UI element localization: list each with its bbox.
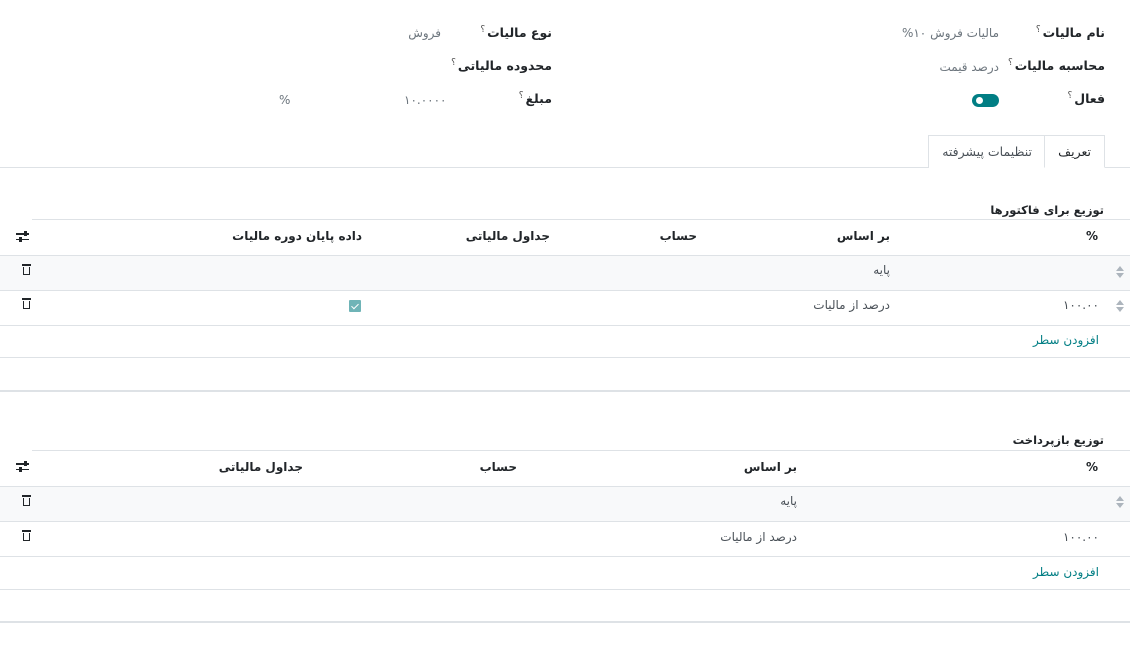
cell-based-on[interactable]: پایه <box>873 263 890 277</box>
column-header-account[interactable]: حساب <box>480 460 517 474</box>
table-row[interactable] <box>0 487 1130 521</box>
table-row[interactable] <box>0 256 1130 290</box>
tax-type-field[interactable]: فروش <box>408 26 441 40</box>
amount-label: مبلغ؟ <box>518 91 552 107</box>
refund-distribution-title: توزیع بازپرداخت <box>1012 433 1104 447</box>
column-header-tax-grids[interactable]: جداول مالیاتی <box>219 460 303 474</box>
drag-handle-icon[interactable] <box>1116 266 1124 278</box>
trash-icon[interactable] <box>22 264 31 275</box>
column-header-percent[interactable]: % <box>1086 460 1098 474</box>
column-header-percent[interactable]: % <box>1086 229 1098 243</box>
cell-based-on[interactable]: پایه <box>780 494 797 508</box>
drag-handle-icon[interactable] <box>1116 496 1124 508</box>
tax-scope-label: محدوده مالیاتی؟ <box>451 58 552 74</box>
help-icon[interactable]: ؟ <box>1067 91 1072 101</box>
tax-type-label: نوع مالیات؟ <box>480 25 552 41</box>
divider <box>0 521 1130 522</box>
active-label: فعال؟ <box>1067 91 1105 107</box>
tax-computation-field[interactable]: درصد قیمت <box>939 60 999 74</box>
optional-columns-icon[interactable] <box>16 461 29 472</box>
tab-advanced-options[interactable]: تنظیمات پیشرفته <box>928 135 1046 168</box>
trash-icon[interactable] <box>22 530 31 541</box>
help-icon[interactable]: ؟ <box>451 58 456 68</box>
closing-entry-checkbox[interactable] <box>349 300 361 312</box>
tax-name-field[interactable]: مالیات فروش ۱۰% <box>902 26 999 40</box>
help-icon[interactable]: ؟ <box>480 25 485 35</box>
cell-based-on[interactable]: درصد از مالیات <box>813 298 890 312</box>
add-line-link[interactable]: افزودن سطر <box>1033 333 1099 347</box>
help-icon[interactable]: ؟ <box>1036 25 1041 35</box>
divider <box>0 556 1130 557</box>
amount-field[interactable]: ۱۰.۰۰۰۰ <box>404 93 447 107</box>
tab-definition[interactable]: تعریف <box>1044 135 1105 168</box>
amount-unit: % <box>279 93 291 107</box>
help-icon[interactable]: ؟ <box>519 91 524 101</box>
invoice-distribution-title: توزیع برای فاکتورها <box>990 203 1104 217</box>
optional-columns-icon[interactable] <box>16 231 29 242</box>
drag-handle-icon[interactable] <box>1116 300 1124 312</box>
divider <box>0 290 1130 291</box>
cell-based-on[interactable]: درصد از مالیات <box>720 530 797 544</box>
active-toggle[interactable] <box>972 94 999 107</box>
tax-name-label: نام مالیات؟ <box>1035 25 1105 41</box>
table-bottom-border <box>0 390 1130 392</box>
column-header-tax-grids[interactable]: جداول مالیاتی <box>466 229 550 243</box>
table-bottom-border <box>0 621 1130 623</box>
column-header-account[interactable]: حساب <box>660 229 697 243</box>
divider <box>0 589 1130 590</box>
trash-icon[interactable] <box>22 495 31 506</box>
cell-percent[interactable]: ۱۰۰.۰۰ <box>1063 298 1099 312</box>
add-line-link[interactable]: افزودن سطر <box>1033 565 1099 579</box>
cell-percent[interactable]: ۱۰۰.۰۰ <box>1063 530 1099 544</box>
divider <box>0 325 1130 326</box>
trash-icon[interactable] <box>22 298 31 309</box>
tax-computation-label: محاسبه مالیات؟ <box>1007 58 1105 74</box>
column-header-closing-entry[interactable]: داده پایان دوره مالیات <box>232 229 362 243</box>
column-header-based-on[interactable]: بر اساس <box>744 460 797 474</box>
help-icon[interactable]: ؟ <box>1008 58 1013 68</box>
divider <box>32 219 1130 220</box>
divider <box>32 450 1130 451</box>
column-header-based-on[interactable]: بر اساس <box>837 229 890 243</box>
divider <box>0 357 1130 358</box>
